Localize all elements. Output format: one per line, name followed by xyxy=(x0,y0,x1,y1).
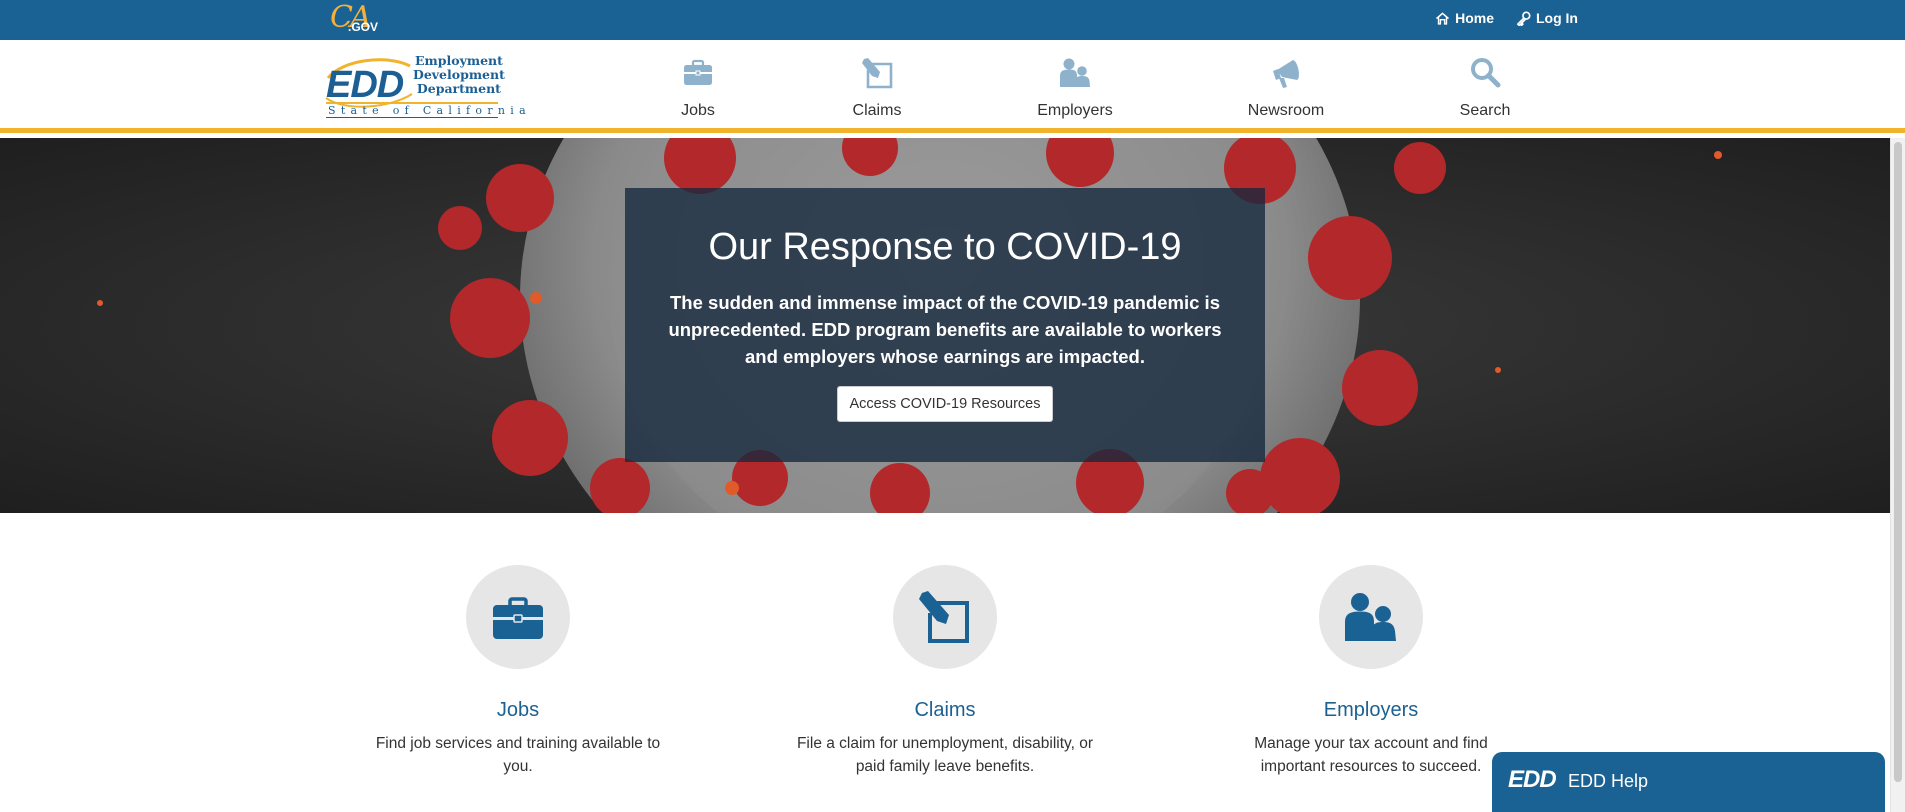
feature-card-jobs: Jobs Find job services and training avai… xyxy=(363,565,673,778)
jobs-icon-circle[interactable] xyxy=(466,565,570,669)
employers-icon-circle[interactable] xyxy=(1319,565,1423,669)
login-link-label: Log In xyxy=(1536,10,1578,26)
logo-department-name: Employment Development Department xyxy=(413,54,505,96)
briefcase-icon xyxy=(493,597,543,639)
hero-description: The sudden and immense impact of the COV… xyxy=(668,292,1222,367)
logo-state: State of California xyxy=(326,102,531,118)
people-icon xyxy=(1060,58,1090,87)
edd-help-widget[interactable]: EDD EDD Help xyxy=(1492,752,1885,812)
covid-resources-button[interactable]: Access COVID-19 Resources xyxy=(836,386,1054,422)
card-desc-employers: Manage your tax account and find importa… xyxy=(1254,735,1488,775)
edd-logo[interactable]: EDD Employment Development Department St… xyxy=(325,54,531,118)
help-label: EDD Help xyxy=(1568,771,1649,791)
page-scrollbar[interactable] xyxy=(1890,138,1905,812)
utility-bar: CA .GOV Home Log In xyxy=(0,0,1905,40)
home-link-label: Home xyxy=(1455,10,1494,26)
megaphone-icon xyxy=(1273,60,1300,88)
card-title-claims[interactable]: Claims xyxy=(790,699,1100,722)
search-icon xyxy=(1471,58,1501,88)
logo-line-3: Department xyxy=(416,81,501,96)
cagov-logo[interactable]: CA .GOV xyxy=(330,0,390,38)
nav-label-claims: Claims xyxy=(852,102,902,119)
feature-card-claims: Claims File a claim for unemployment, di… xyxy=(790,565,1100,778)
covid-hero-banner: Our Response to COVID-19 The sudden and … xyxy=(0,138,1890,513)
hero-content-box: Our Response to COVID-19 The sudden and … xyxy=(625,188,1265,462)
card-desc-jobs: Find job services and training available… xyxy=(375,735,661,775)
card-desc-claims: File a claim for unemployment, disabilit… xyxy=(796,735,1094,775)
card-title-employers[interactable]: Employers xyxy=(1216,699,1526,722)
nav-label-employers: Employers xyxy=(1037,102,1113,119)
scrollbar-thumb[interactable] xyxy=(1894,142,1902,782)
help-logo: EDD xyxy=(1508,766,1557,793)
nav-item-jobs[interactable]: Jobs xyxy=(628,56,768,120)
key-icon xyxy=(1516,10,1531,26)
home-link[interactable]: Home xyxy=(1435,10,1494,26)
nav-item-employers[interactable]: Employers xyxy=(1005,56,1145,120)
nav-item-search[interactable]: Search xyxy=(1415,56,1555,120)
nav-item-newsroom[interactable]: Newsroom xyxy=(1216,56,1356,120)
logo-line-1: Employment xyxy=(415,53,503,68)
nav-label-jobs: Jobs xyxy=(681,102,715,119)
claims-icon-circle[interactable] xyxy=(893,565,997,669)
utility-links: Home Log In xyxy=(1435,10,1578,26)
site-header: EDD Employment Development Department St… xyxy=(0,40,1905,133)
cagov-gov-text: .GOV xyxy=(348,20,379,34)
nav-label-newsroom: Newsroom xyxy=(1247,102,1325,119)
nav-item-claims[interactable]: Claims xyxy=(807,56,947,120)
home-icon xyxy=(1436,11,1450,25)
briefcase-icon xyxy=(684,59,712,85)
pencil-square-icon xyxy=(862,58,893,89)
people-icon xyxy=(1345,593,1396,641)
hero-title: Our Response to COVID-19 xyxy=(708,226,1182,268)
nav-label-search: Search xyxy=(1459,102,1511,119)
logo-abbr: EDD xyxy=(326,64,404,106)
card-title-jobs[interactable]: Jobs xyxy=(363,699,673,722)
pencil-square-icon xyxy=(919,591,969,643)
login-link[interactable]: Log In xyxy=(1516,10,1578,26)
feature-card-employers: Employers Manage your tax account and fi… xyxy=(1216,565,1526,778)
logo-line-2: Development xyxy=(413,67,505,82)
